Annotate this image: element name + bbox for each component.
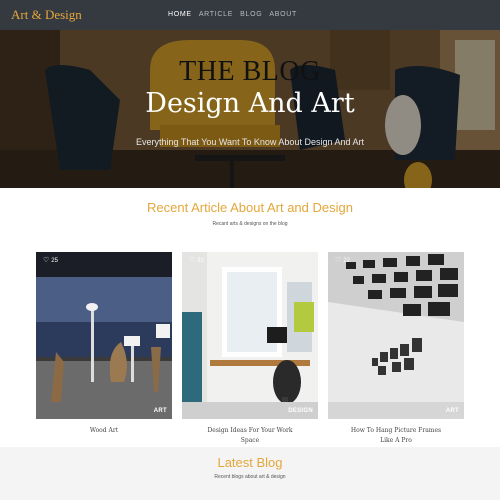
picture-frames-image — [328, 252, 464, 419]
heart-icon: ♡ — [43, 257, 50, 264]
category-badge: ART — [153, 408, 167, 414]
category-badge: DESIGN — [288, 408, 313, 414]
hero-subtitle: Everything That You Want To Know About D… — [136, 137, 364, 147]
article-title[interactable]: Wood Art — [36, 426, 172, 436]
article-image[interactable]: ♡ 22 DESIGN — [182, 252, 318, 419]
brand-logo[interactable]: Art & Design — [11, 7, 82, 23]
wood-art-image — [36, 252, 172, 419]
hero-title: Design And Art — [145, 88, 355, 119]
article-card[interactable]: ♡ 22 ART How To Hang Picture Frames Like… — [328, 252, 464, 446]
nav-article[interactable]: ARTICLE — [199, 11, 233, 18]
likes-counter[interactable]: ♡ 22 — [335, 257, 350, 264]
workspace-image — [182, 252, 318, 419]
heart-icon: ♡ — [189, 257, 196, 264]
article-title[interactable]: Design Ideas For Your Work Space — [182, 426, 318, 446]
article-image[interactable]: ♡ 22 ART — [328, 252, 464, 419]
nav-about[interactable]: ABOUT — [269, 11, 297, 18]
article-title[interactable]: How To Hang Picture Frames Like A Pro — [328, 426, 464, 446]
latest-section-title: Latest Blog — [217, 455, 283, 470]
likes-counter[interactable]: ♡ 25 — [43, 257, 58, 264]
recent-section-subtitle: Recant arts & designs on the blog — [212, 221, 288, 227]
latest-section-subtitle: Recent blogs about art & design — [214, 474, 286, 480]
category-badge: ART — [445, 408, 459, 414]
likes-counter[interactable]: ♡ 22 — [189, 257, 204, 264]
nav-home[interactable]: HOME — [168, 11, 192, 18]
hero-banner: THE BLOG Design And Art Everything That … — [0, 30, 500, 188]
nav-blog[interactable]: BLOG — [240, 11, 262, 18]
navbar: Art & Design HOME ARTICLE BLOG ABOUT — [0, 0, 500, 30]
hero-kicker: THE BLOG — [179, 56, 321, 87]
nav-menu: HOME ARTICLE BLOG ABOUT — [168, 11, 297, 18]
article-card[interactable]: ♡ 22 DESIGN Design Ideas For Your Work S… — [182, 252, 318, 446]
recent-section-title: Recent Article About Art and Design — [147, 200, 353, 215]
likes-count: 22 — [343, 257, 350, 264]
likes-count: 22 — [197, 257, 204, 264]
article-card[interactable]: ♡ 25 ART Wood Art — [36, 252, 172, 436]
latest-blog-section: Latest Blog Recent blogs about art & des… — [0, 447, 500, 500]
article-image[interactable]: ♡ 25 ART — [36, 252, 172, 419]
likes-count: 25 — [51, 257, 58, 264]
heart-icon: ♡ — [335, 257, 342, 264]
